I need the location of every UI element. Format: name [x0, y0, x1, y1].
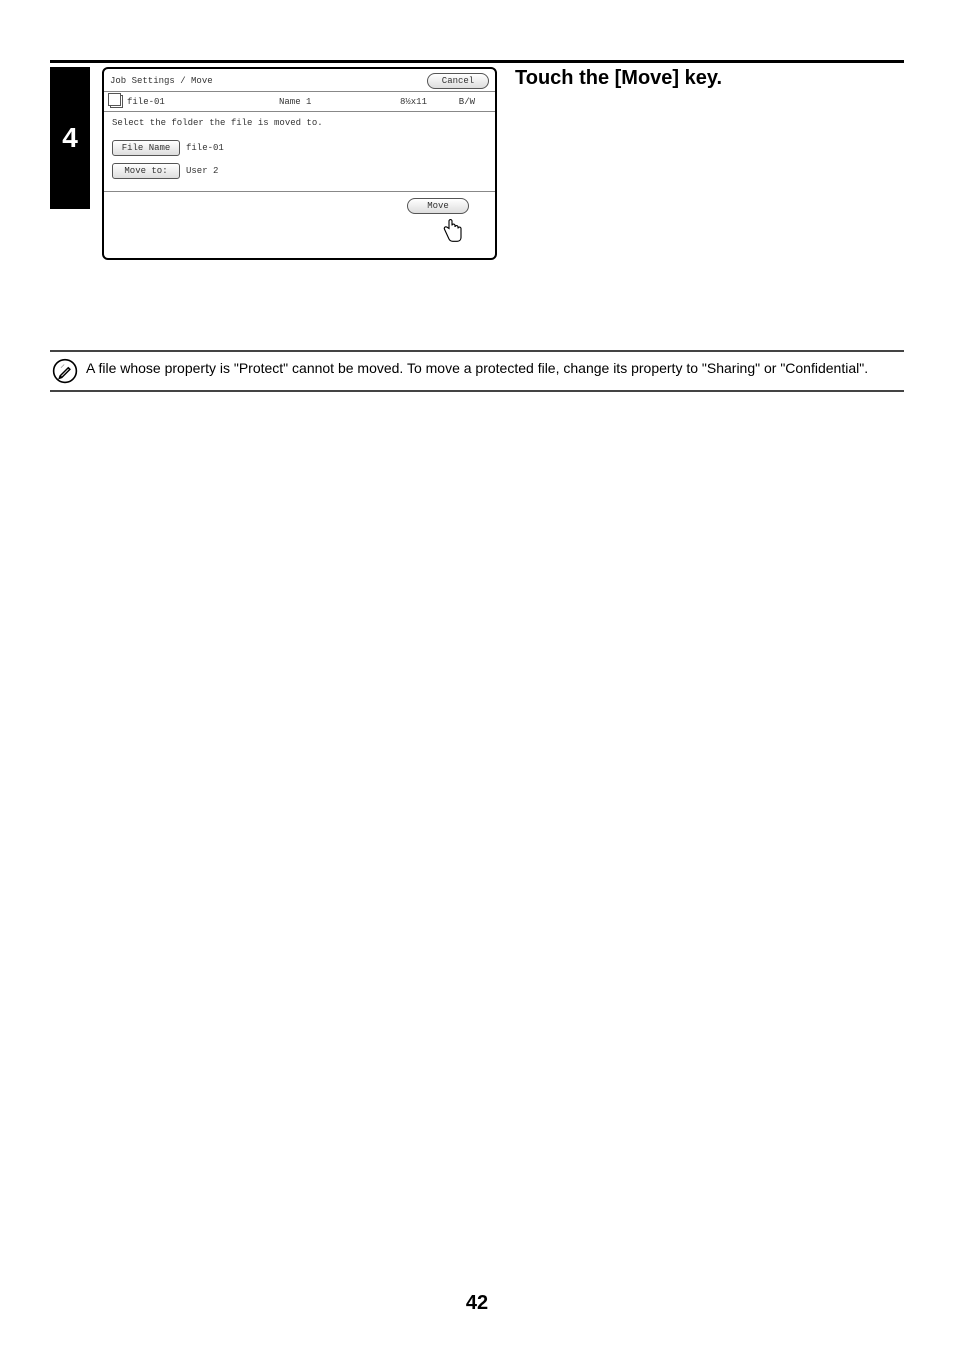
page-number: 42 — [50, 1292, 904, 1315]
file-id: file-01 — [127, 97, 279, 107]
step-number: 4 — [50, 67, 90, 209]
file-name-value: file-01 — [186, 143, 224, 153]
note-text: A file whose property is "Protect" canno… — [86, 358, 868, 378]
move-to-value: User 2 — [186, 166, 218, 176]
file-name-button[interactable]: File Name — [112, 140, 180, 156]
document-icon — [110, 95, 123, 108]
file-owner-name: Name 1 — [279, 97, 367, 107]
note-callout: A file whose property is "Protect" canno… — [50, 350, 904, 392]
step-heading: Touch the [Move] key. — [515, 67, 904, 90]
instruction-text: Select the folder the file is moved to. — [104, 112, 495, 138]
color-mode: B/W — [427, 97, 475, 107]
touch-hand-icon — [437, 214, 467, 246]
note-pen-icon — [52, 358, 78, 384]
paper-size: 8½x11 — [367, 97, 427, 107]
move-to-button[interactable]: Move to: — [112, 163, 180, 179]
cancel-button[interactable]: Cancel — [427, 73, 489, 89]
panel-title: Job Settings / Move — [110, 76, 427, 86]
job-settings-panel: Job Settings / Move Cancel file-01 Name … — [102, 67, 497, 260]
move-button[interactable]: Move — [407, 198, 469, 214]
